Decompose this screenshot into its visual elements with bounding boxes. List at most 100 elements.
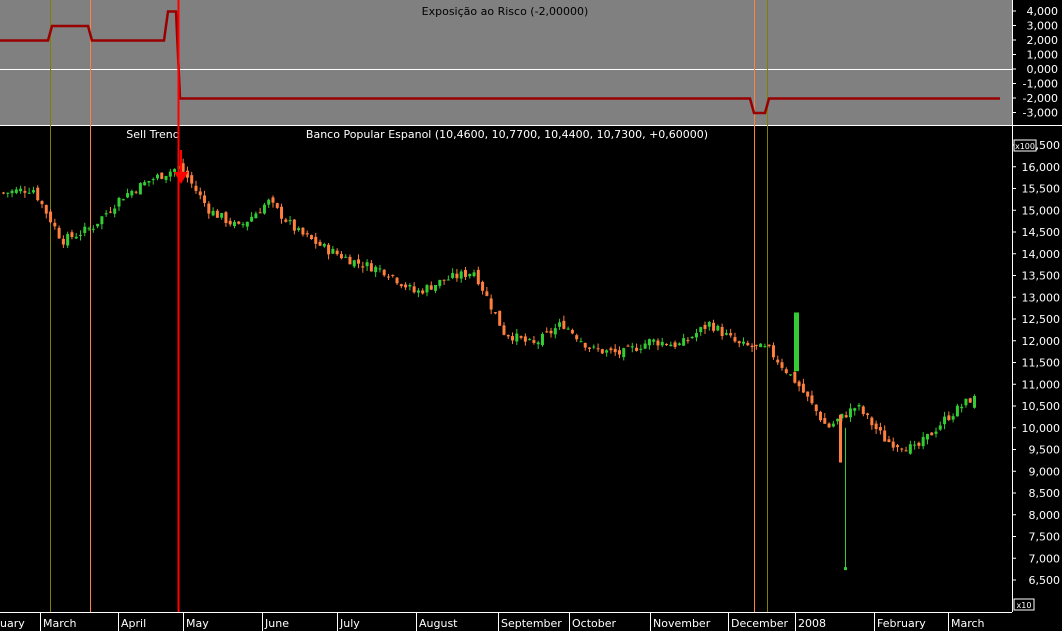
candle-down bbox=[44, 204, 48, 214]
candle-up bbox=[515, 333, 519, 342]
candle-down bbox=[819, 411, 823, 421]
top-multiplier-label: x100 bbox=[1015, 142, 1035, 151]
candle-down bbox=[746, 342, 750, 346]
candle-up bbox=[374, 266, 378, 273]
x-tick-label: March bbox=[951, 617, 985, 630]
candle-down bbox=[900, 448, 904, 450]
y-tick-label: 8,000 bbox=[1029, 509, 1061, 522]
candle-down bbox=[493, 312, 497, 314]
candle-down bbox=[36, 187, 40, 201]
candle-down bbox=[771, 345, 775, 358]
candle-down bbox=[271, 197, 275, 203]
candle-up bbox=[130, 190, 134, 196]
candle-down bbox=[237, 221, 241, 224]
candle-down bbox=[904, 450, 908, 452]
y-tick-label: 12,000 bbox=[1022, 335, 1061, 348]
candle-down bbox=[575, 335, 579, 340]
x-tick-label: uary bbox=[0, 617, 25, 630]
candle-up bbox=[331, 248, 335, 254]
candle-up bbox=[973, 395, 976, 408]
candle-down bbox=[810, 395, 814, 404]
candle-down bbox=[600, 349, 604, 354]
candle-up bbox=[763, 346, 767, 348]
candle-up bbox=[91, 228, 95, 230]
candle-up bbox=[964, 398, 968, 406]
candle-up bbox=[558, 322, 562, 327]
y-tick-label: 8,500 bbox=[1029, 487, 1061, 500]
candle-down bbox=[160, 172, 164, 179]
candle-up bbox=[100, 216, 104, 225]
candle-down bbox=[2, 192, 5, 194]
candle-up bbox=[468, 273, 472, 277]
candle-up bbox=[104, 213, 108, 215]
x-tick-label: 2008 bbox=[798, 617, 826, 630]
top-y-tick-label: 1,000 bbox=[1027, 49, 1059, 62]
candle-up bbox=[168, 171, 172, 177]
candle-up bbox=[19, 188, 23, 192]
candle-up bbox=[857, 405, 861, 407]
candle-up bbox=[297, 228, 301, 231]
candle-up bbox=[6, 192, 10, 194]
candle-down bbox=[917, 442, 921, 446]
candle-down bbox=[481, 281, 485, 291]
candle-up bbox=[630, 346, 634, 348]
candle-down bbox=[737, 341, 741, 344]
top-y-tick-label: -2,000 bbox=[1023, 92, 1058, 105]
top-panel-title: Exposição ao Risco (-2,00000) bbox=[422, 5, 589, 18]
candle-down bbox=[61, 238, 65, 245]
x-tick-label: October bbox=[572, 617, 616, 630]
candle-down bbox=[767, 344, 771, 346]
candle-down bbox=[412, 286, 416, 293]
candle-down bbox=[442, 279, 446, 281]
candle-down bbox=[793, 371, 797, 383]
candle-down bbox=[506, 334, 510, 337]
candle-up bbox=[245, 221, 249, 227]
main-panel-bg bbox=[0, 126, 1012, 612]
candle-down bbox=[930, 432, 934, 436]
candle-up bbox=[143, 182, 147, 186]
candle-up bbox=[151, 179, 155, 181]
y-tick-label: 9,500 bbox=[1029, 444, 1061, 457]
candle-down bbox=[887, 439, 891, 442]
candle-down bbox=[70, 232, 74, 238]
candle-up bbox=[220, 213, 224, 218]
candle-down bbox=[318, 241, 322, 246]
candle-up bbox=[925, 433, 929, 440]
candle-up bbox=[724, 333, 728, 335]
top-panel-bg bbox=[0, 0, 1012, 125]
candle-down bbox=[797, 381, 801, 387]
top-y-tick-label: -3,000 bbox=[1023, 107, 1058, 120]
candle-down bbox=[498, 310, 502, 326]
candle-down bbox=[874, 423, 878, 430]
x-tick-label: May bbox=[186, 617, 209, 630]
candle-up bbox=[643, 343, 647, 349]
y-tick-label: 9,000 bbox=[1029, 465, 1061, 478]
candle-down bbox=[357, 259, 361, 264]
candle-up bbox=[66, 233, 70, 246]
top-y-tick-label: 2,000 bbox=[1027, 34, 1059, 47]
candle-up bbox=[682, 338, 686, 346]
big-down-candle bbox=[839, 414, 842, 463]
candle-down bbox=[532, 340, 536, 343]
candle-up bbox=[164, 175, 168, 180]
candle-up bbox=[78, 234, 82, 236]
candle-down bbox=[686, 340, 690, 342]
candle-up bbox=[27, 192, 31, 194]
candle-up bbox=[592, 346, 596, 348]
candle-up bbox=[344, 256, 348, 258]
candle-down bbox=[485, 291, 489, 296]
candle-down bbox=[583, 342, 587, 348]
y-tick-label: 16,000 bbox=[1022, 161, 1061, 174]
candle-down bbox=[754, 344, 758, 346]
candle-up bbox=[694, 333, 698, 338]
candle-down bbox=[455, 273, 459, 279]
candle-down bbox=[784, 369, 788, 373]
candle-down bbox=[404, 284, 408, 288]
candle-up bbox=[31, 190, 35, 193]
candle-down bbox=[861, 406, 865, 415]
candle-down bbox=[776, 359, 780, 363]
candle-up bbox=[913, 444, 917, 446]
candle-up bbox=[553, 328, 557, 335]
candle-up bbox=[147, 181, 151, 183]
candle-up bbox=[707, 321, 711, 327]
